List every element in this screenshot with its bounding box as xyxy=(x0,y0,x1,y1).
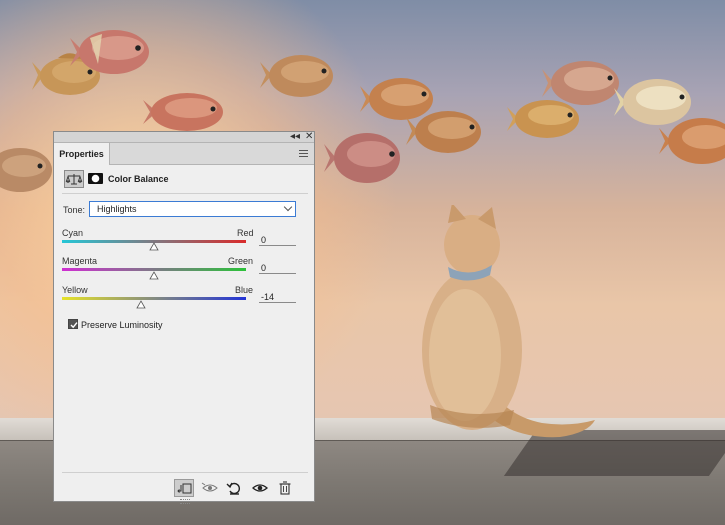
preserve-luminosity-checkbox[interactable] xyxy=(68,319,78,329)
slider-left-label: Magenta xyxy=(62,256,98,266)
fish-image xyxy=(143,93,223,131)
cat-image xyxy=(422,205,595,438)
close-panel-button[interactable]: ✕ xyxy=(305,130,313,143)
color-balance-adjustment-icon[interactable] xyxy=(64,170,84,188)
layer-mask-icon[interactable] xyxy=(86,170,106,188)
slider-right-label: Blue xyxy=(235,285,254,295)
tone-dropdown-value: Highlights xyxy=(97,204,137,214)
magenta-green-value-field[interactable]: 0 xyxy=(259,262,296,274)
panel-title-bar: ◂◂ ✕ xyxy=(54,130,314,143)
slider-right-label: Red xyxy=(237,228,254,238)
adjustment-header: Color Balance xyxy=(54,165,314,193)
slider-left-label: Yellow xyxy=(62,285,88,295)
panel-bottom-toolbar xyxy=(54,476,314,501)
slider-left-label: Cyan xyxy=(62,228,84,238)
adjustment-title: Color Balance xyxy=(108,174,169,184)
panel-tab-bar: Properties xyxy=(54,143,314,165)
chevron-down-icon xyxy=(283,202,293,212)
trash-icon[interactable] xyxy=(275,479,295,497)
fish-image xyxy=(260,55,333,97)
yellow-blue-value-field[interactable]: -14 xyxy=(259,291,296,303)
reset-icon[interactable] xyxy=(224,479,244,497)
divider xyxy=(62,472,308,473)
preserve-luminosity-label: Preserve Luminosity xyxy=(81,320,163,330)
clip-to-layer-icon[interactable] xyxy=(174,479,194,497)
panel-menu-icon[interactable] xyxy=(299,150,308,157)
view-previous-icon[interactable] xyxy=(200,479,220,497)
tab-properties[interactable]: Properties xyxy=(54,143,110,165)
visibility-icon[interactable] xyxy=(250,479,270,497)
yellow-blue-slider-track[interactable] xyxy=(62,297,246,300)
panel-resize-grip[interactable] xyxy=(180,499,190,504)
tone-label: Tone: xyxy=(63,205,86,215)
divider xyxy=(62,193,308,194)
collapse-panel-button[interactable]: ◂◂ xyxy=(290,130,300,143)
fish-image xyxy=(70,30,149,74)
fish-image xyxy=(507,100,579,138)
slider-right-label: Green xyxy=(228,256,254,266)
fish-image xyxy=(324,133,400,183)
fish-image xyxy=(406,111,481,153)
properties-panel: ◂◂ ✕ Properties Color Balance Tone: High… xyxy=(53,130,315,504)
fish-image xyxy=(659,118,725,164)
tone-dropdown[interactable]: Highlights xyxy=(89,201,296,217)
cyan-red-value-field[interactable]: 0 xyxy=(259,234,296,246)
fish-image xyxy=(0,148,52,192)
checkmark-icon xyxy=(70,322,78,329)
